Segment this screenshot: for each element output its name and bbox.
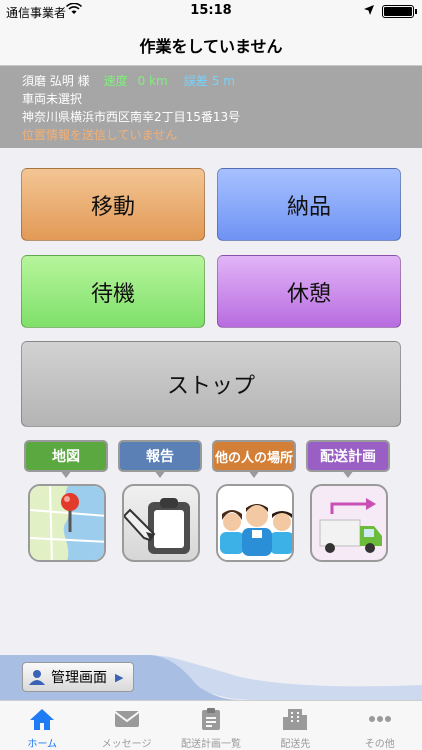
tab-more[interactable]: その他 xyxy=(338,701,422,750)
others-location-tile-pointer xyxy=(248,470,260,478)
truck-icon[interactable] xyxy=(310,484,388,562)
location-sending-status: 位置情報を送信していません xyxy=(22,128,178,142)
location-arrow-icon xyxy=(364,4,374,18)
map-tile-label: 地図 xyxy=(24,440,108,472)
tab-more-label: その他 xyxy=(364,739,395,750)
battery-tip xyxy=(415,9,417,14)
deliver-button[interactable]: 納品 xyxy=(217,168,401,241)
people-icon[interactable] xyxy=(216,484,294,562)
tab-bar: ホーム メッセージ 配送計画一覧 配送先 その他 xyxy=(0,700,422,750)
tab-destinations-label: 配送先 xyxy=(280,739,311,750)
tab-home-label: ホーム xyxy=(27,739,58,750)
stop-button[interactable]: ストップ xyxy=(21,341,401,427)
tab-messages-label: メッセージ xyxy=(101,739,152,750)
report-tile-label: 報告 xyxy=(118,440,202,472)
move-button[interactable]: 移動 xyxy=(21,168,205,241)
nav-bar: 作業をしていません xyxy=(0,22,422,66)
envelope-icon xyxy=(113,711,140,727)
clock: 15:18 xyxy=(190,3,232,18)
management-button-label: 管理画面 xyxy=(51,670,107,686)
rest-button[interactable]: 休憩 xyxy=(217,255,401,328)
person-icon xyxy=(29,670,45,685)
play-arrow-icon: ▶ xyxy=(115,670,124,684)
speed-label: 速度 xyxy=(103,74,128,88)
current-address: 神奈川県横浜市西区南幸2丁目15番13号 xyxy=(22,110,241,124)
home-icon xyxy=(30,709,55,730)
delivery-plan-tile-label: 配送計画 xyxy=(306,440,390,472)
vehicle-status: 車両未選択 xyxy=(22,92,83,106)
report-tile-pointer xyxy=(154,470,166,478)
tab-delivery-plan-list[interactable]: 配送計画一覧 xyxy=(169,701,253,750)
building-icon xyxy=(283,709,308,730)
speed-value: 0 km xyxy=(137,74,168,88)
driver-row: 須磨 弘明 様速度 0 km 誤差 5 m xyxy=(22,72,235,89)
driver-name: 須磨 弘明 様 xyxy=(22,74,90,88)
tab-home[interactable]: ホーム xyxy=(0,701,84,750)
status-bar: 通信事業者 15:18 xyxy=(0,0,422,22)
clipboard-icon xyxy=(201,708,220,730)
delivery-plan-tile-pointer xyxy=(342,470,354,478)
tab-messages[interactable]: メッセージ xyxy=(84,701,168,750)
page-title: 作業をしていません xyxy=(139,37,283,56)
others-location-tile-label: 他の人の場所 xyxy=(212,440,296,472)
error-label: 誤差 xyxy=(183,74,208,88)
report-icon[interactable] xyxy=(122,484,200,562)
status-info-panel: 須磨 弘明 様速度 0 km 誤差 5 m 車両未選択 神奈川県横浜市西区南幸2丁目1… xyxy=(0,66,422,148)
map-tile-pointer xyxy=(60,470,72,478)
tab-destinations[interactable]: 配送先 xyxy=(253,701,337,750)
map-icon[interactable] xyxy=(28,484,106,562)
wait-button[interactable]: 待機 xyxy=(21,255,205,328)
error-value: 5 m xyxy=(211,74,235,88)
battery-icon xyxy=(382,5,414,18)
more-icon xyxy=(368,716,391,722)
management-button[interactable]: 管理画面 ▶ xyxy=(22,662,134,692)
tab-delivery-plan-list-label: 配送計画一覧 xyxy=(180,739,241,750)
